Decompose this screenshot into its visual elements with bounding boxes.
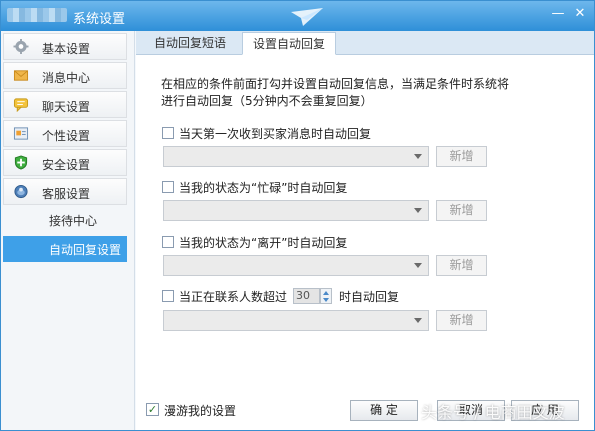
option-busy-checkbox[interactable]: [162, 181, 174, 193]
option-first-message-add-button[interactable]: 新增: [436, 146, 487, 167]
option-away-select[interactable]: [163, 255, 429, 276]
sidebar-subitem-reception-center[interactable]: 接待中心: [3, 207, 127, 233]
settings-window: 系统设置 — ✕ 基本设置 消息中心 聊天设置 个性设置 安全设置 客服设置 接…: [0, 0, 595, 431]
sidebar-item-label: 安全设置: [42, 158, 91, 172]
sidebar-subitem-label: 接待中心: [49, 214, 98, 228]
tab-auto-reply-phrases[interactable]: 自动回复短语: [144, 32, 236, 55]
sidebar-item-message-center[interactable]: 消息中心: [3, 62, 127, 89]
sidebar-item-customer-service-settings[interactable]: 客服设置: [3, 178, 127, 205]
watermark: 头条号 / 电商田文波: [421, 403, 565, 422]
sidebar-item-label: 聊天设置: [42, 100, 91, 114]
option-first-message-checkbox[interactable]: [162, 127, 174, 139]
option-contacts-exceed-label-suffix: 时自动回复: [339, 290, 400, 304]
tab-set-auto-reply[interactable]: 设置自动回复: [242, 32, 337, 55]
option-busy-label: 当我的状态为“忙碌”时自动回复: [179, 181, 348, 195]
customer-service-icon: [14, 184, 28, 199]
paper-plane-logo-icon: [291, 8, 323, 26]
sidebar-item-security-settings[interactable]: 安全设置: [3, 149, 127, 176]
roam-settings-label: 漫游我的设置: [164, 404, 237, 418]
chevron-down-icon: [414, 318, 422, 323]
sidebar-item-label: 消息中心: [42, 71, 91, 85]
gear-icon: [13, 39, 29, 54]
chevron-down-icon: [414, 263, 422, 268]
option-away-add-button[interactable]: 新增: [436, 255, 487, 276]
roam-settings-checkbox[interactable]: ✓: [146, 403, 159, 416]
description-line: 进行自动回复（5分钟内不会重复回复）: [161, 94, 373, 108]
sidebar-item-label: 个性设置: [42, 129, 91, 143]
tab-bar: 自动回复短语 设置自动回复: [136, 31, 594, 55]
main-content: 自动回复短语 设置自动回复 在相应的条件前面打勾并设置自动回复信息，当满足条件时…: [136, 31, 594, 430]
option-first-message-label: 当天第一次收到买家消息时自动回复: [179, 127, 372, 141]
option-first-message-select[interactable]: [163, 146, 429, 167]
envelope-icon: [13, 70, 29, 81]
title-bar[interactable]: 系统设置 — ✕: [1, 1, 594, 31]
option-busy-select[interactable]: [163, 200, 429, 221]
description: 在相应的条件前面打勾并设置自动回复信息，当满足条件时系统将 进行自动回复（5分钟…: [161, 76, 541, 110]
option-away-label: 当我的状态为“离开”时自动回复: [179, 236, 348, 250]
sidebar-subitem-label: 自动回复设置: [49, 243, 122, 257]
option-contacts-exceed-add-button[interactable]: 新增: [436, 310, 487, 331]
close-button[interactable]: ✕: [571, 5, 589, 23]
spin-up-icon[interactable]: [323, 291, 329, 295]
spin-down-icon[interactable]: [323, 298, 329, 302]
contacts-count-spinner[interactable]: [320, 288, 332, 304]
option-contacts-exceed-select[interactable]: [163, 310, 429, 331]
sidebar: 基本设置 消息中心 聊天设置 个性设置 安全设置 客服设置 接待中心 自动回复设…: [1, 31, 135, 430]
shield-icon: [14, 155, 28, 170]
description-line: 在相应的条件前面打勾并设置自动回复信息，当满足条件时系统将: [161, 77, 510, 91]
window-title: 系统设置: [73, 12, 126, 27]
sidebar-item-label: 基本设置: [42, 42, 91, 56]
option-away-checkbox[interactable]: [162, 236, 174, 248]
ok-button[interactable]: 确 定: [350, 400, 418, 421]
personalize-icon: [13, 127, 29, 140]
sidebar-subitem-auto-reply-settings[interactable]: 自动回复设置: [3, 236, 127, 262]
chat-bubble-icon: [13, 98, 29, 112]
minimize-button[interactable]: —: [549, 5, 567, 23]
user-avatar-blurred: [7, 8, 67, 22]
option-contacts-exceed-label-prefix: 当正在联系人数超过: [179, 290, 288, 304]
option-busy-add-button[interactable]: 新增: [436, 200, 487, 221]
sidebar-item-label: 客服设置: [42, 187, 91, 201]
contacts-count-input[interactable]: 30: [293, 288, 320, 304]
sidebar-item-personal-settings[interactable]: 个性设置: [3, 120, 127, 147]
sidebar-item-basic-settings[interactable]: 基本设置: [3, 33, 127, 60]
sidebar-item-chat-settings[interactable]: 聊天设置: [3, 91, 127, 118]
chevron-down-icon: [414, 154, 422, 159]
option-contacts-exceed-checkbox[interactable]: [162, 290, 174, 302]
chevron-down-icon: [414, 208, 422, 213]
